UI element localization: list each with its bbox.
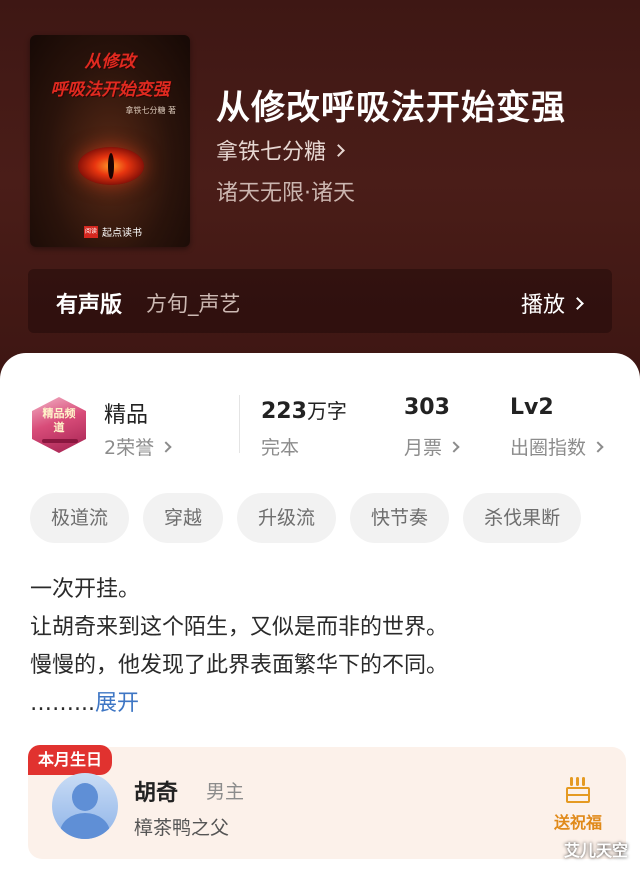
expand-link[interactable]: 展开: [95, 691, 139, 716]
book-description: 一次开挂。 让胡奇来到这个陌生，又似是而非的世界。 慢慢的，他发现了此界表面繁华…: [30, 571, 448, 723]
completion-status: 完本: [261, 437, 300, 459]
word-count: 223万字: [261, 399, 347, 424]
description-ellipsis: ……...: [30, 691, 95, 716]
birthday-badge: 本月生日: [28, 745, 113, 775]
book-cover[interactable]: 从修改 呼吸法开始变强 拿铁七分糖 著 阅读 起点读书: [30, 35, 190, 247]
book-header: 从修改 呼吸法开始变强 拿铁七分糖 著 阅读 起点读书 从修改呼吸法开始变强 拿…: [0, 0, 640, 400]
play-label: 播放: [520, 293, 565, 318]
honors-link[interactable]: 2荣誉: [104, 433, 172, 460]
book-title: 从修改呼吸法开始变强: [216, 88, 566, 128]
character-role: 男主: [206, 781, 245, 803]
play-button[interactable]: 播放: [520, 287, 584, 319]
character-name: 胡奇: [134, 781, 179, 806]
tag-chip[interactable]: 极道流: [30, 493, 130, 543]
honors-count: 2荣誉: [104, 437, 155, 459]
send-blessing-button[interactable]: 送祝福: [548, 775, 608, 833]
author-name: 拿铁七分糖: [216, 140, 327, 165]
cover-title-line2: 呼吸法开始变强: [50, 80, 170, 100]
audio-label: 有声版: [56, 293, 123, 318]
description-line: 慢慢的，他发现了此界表面繁华下的不同。: [30, 653, 449, 678]
popularity-index-link[interactable]: 出圈指数: [510, 433, 604, 460]
description-line: 让胡奇来到这个陌生，又似是而非的世界。: [30, 615, 449, 640]
chevron-right-icon: [448, 440, 460, 453]
cake-icon: [565, 775, 591, 805]
publisher-mark-icon: 阅读: [84, 225, 98, 238]
character-avatar[interactable]: [52, 773, 118, 839]
author-link[interactable]: 拿铁七分糖: [216, 134, 345, 166]
quality-medal-icon: 精品频道: [30, 393, 88, 457]
monthly-tickets-label: 月票: [404, 437, 443, 459]
cover-title-line1: 从修改: [84, 52, 136, 72]
chevron-right-icon: [592, 440, 604, 453]
tag-list: 极道流 穿越 升级流 快节奏 杀伐果断: [30, 493, 640, 543]
book-details-sheet: 精品频道 精品 2荣誉 223万字 完本 303 月票 Lv2 出圈指数 极道流…: [0, 353, 640, 873]
stats-row: 精品频道 精品 2荣誉 223万字 完本 303 月票 Lv2 出圈指数: [0, 391, 640, 471]
publisher-badge: 阅读 起点读书: [84, 224, 142, 239]
description-line: 一次开挂。: [30, 577, 141, 602]
cover-author-credit: 拿铁七分糖 著: [125, 106, 176, 115]
divider: [239, 395, 240, 453]
character-title: 樟茶鸭之父: [134, 817, 230, 839]
tag-chip[interactable]: 升级流: [237, 493, 337, 543]
medal-text: 精品频道: [42, 407, 76, 434]
popularity-index-label: 出圈指数: [510, 437, 587, 459]
book-genre: 诸天无限·诸天: [216, 181, 355, 206]
send-blessing-label: 送祝福: [553, 813, 602, 832]
monthly-tickets-link[interactable]: 月票: [404, 433, 460, 460]
popularity-level: Lv2: [510, 395, 554, 420]
watermark: 艾儿天空: [563, 841, 628, 860]
tag-chip[interactable]: 快节奏: [350, 493, 450, 543]
chevron-right-icon: [332, 143, 345, 157]
publisher-name: 起点读书: [102, 228, 142, 239]
audio-narrator: 方旬_声艺: [146, 292, 241, 316]
chevron-right-icon: [571, 296, 584, 310]
audio-version-bar[interactable]: 有声版 方旬_声艺 播放: [28, 269, 612, 333]
tag-chip[interactable]: 杀伐果断: [463, 493, 582, 543]
description-more: ……...展开: [30, 685, 448, 723]
monthly-tickets-count: 303: [404, 395, 450, 420]
chevron-right-icon: [160, 440, 172, 453]
tag-chip[interactable]: 穿越: [143, 493, 224, 543]
dragon-eye-illustration: [78, 147, 144, 185]
quality-label: 精品: [104, 403, 149, 428]
